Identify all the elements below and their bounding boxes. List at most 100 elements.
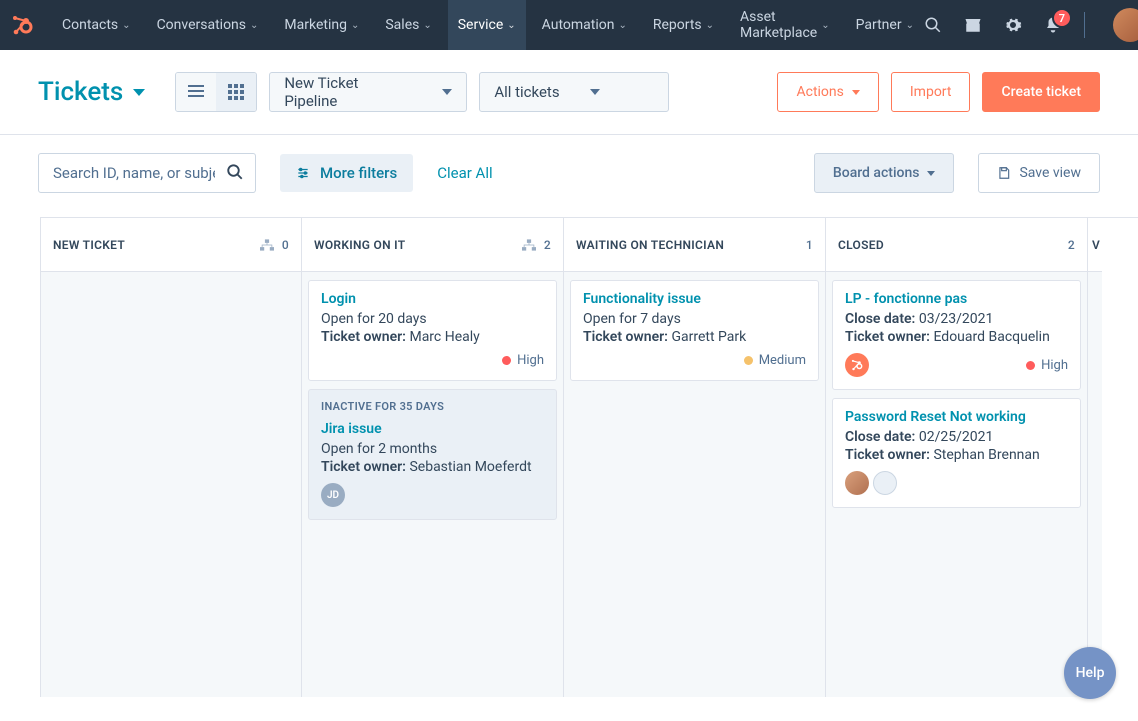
save-icon bbox=[997, 166, 1011, 180]
import-button[interactable]: Import bbox=[891, 72, 971, 112]
priority-indicator: High bbox=[502, 353, 544, 368]
avatar-chip[interactable]: JD bbox=[321, 483, 345, 507]
ticket-title[interactable]: Functionality issue bbox=[583, 291, 806, 307]
view-filter-select[interactable]: All tickets bbox=[479, 72, 669, 112]
nav-sales[interactable]: Sales⌄ bbox=[375, 0, 441, 50]
column-body[interactable]: LP - fonctionne pas Close date: 03/23/20… bbox=[826, 272, 1087, 697]
column-body[interactable]: Functionality issue Open for 7 days Tick… bbox=[564, 272, 825, 697]
search-icon[interactable] bbox=[226, 163, 244, 181]
column-header[interactable]: WAITING ON TECHNICIAN 1 bbox=[564, 218, 825, 272]
actions-button[interactable]: Actions bbox=[777, 72, 878, 112]
ticket-card[interactable]: LP - fonctionne pas Close date: 03/23/20… bbox=[832, 280, 1081, 390]
column-header[interactable]: NEW TICKET 0 bbox=[41, 218, 301, 272]
help-button[interactable]: Help bbox=[1064, 647, 1116, 699]
page-title: Tickets bbox=[38, 77, 123, 107]
column-header[interactable]: CLOSED 2 bbox=[826, 218, 1087, 272]
button-label: Board actions bbox=[833, 165, 920, 181]
nav-label: Conversations bbox=[157, 17, 246, 33]
caret-down-icon bbox=[590, 89, 600, 95]
settings-gear-icon[interactable] bbox=[1004, 16, 1022, 34]
priority-label: High bbox=[1041, 358, 1068, 373]
owner-label: Ticket owner: bbox=[583, 329, 668, 345]
nav-asset-marketplace[interactable]: Asset Marketplace ⌄ bbox=[730, 0, 840, 50]
create-ticket-button[interactable]: Create ticket bbox=[982, 72, 1100, 112]
object-type-selector[interactable]: Tickets bbox=[38, 77, 145, 107]
clear-all-link[interactable]: Clear All bbox=[437, 164, 492, 182]
view-toggle bbox=[175, 72, 257, 112]
close-date-label: Close date: bbox=[845, 429, 915, 445]
chevron-down-icon: ⌄ bbox=[821, 20, 829, 31]
notifications-bell[interactable]: 7 bbox=[1044, 16, 1062, 34]
ticket-open-duration: Open for 20 days bbox=[321, 311, 544, 327]
priority-indicator: High bbox=[1026, 358, 1068, 373]
button-label: Import bbox=[910, 84, 952, 100]
save-view-button[interactable]: Save view bbox=[978, 153, 1100, 193]
priority-dot-icon bbox=[744, 356, 753, 365]
nav-label: Contacts bbox=[62, 17, 118, 33]
nav-label: Partner bbox=[856, 17, 902, 33]
ticket-card[interactable]: Functionality issue Open for 7 days Tick… bbox=[570, 280, 819, 381]
column-title: CLOSED bbox=[838, 238, 884, 252]
column-header: V bbox=[1088, 218, 1102, 272]
nav-label: Automation bbox=[542, 17, 615, 33]
ticket-open-duration: Open for 7 days bbox=[583, 311, 806, 327]
column-title: WORKING ON IT bbox=[314, 238, 405, 252]
column-count: 0 bbox=[282, 238, 289, 252]
ticket-owner: Edouard Bacquelin bbox=[933, 329, 1049, 345]
board-column-closed: CLOSED 2 LP - fonctionne pas Close date:… bbox=[826, 218, 1088, 697]
more-filters-button[interactable]: More filters bbox=[280, 154, 413, 192]
nav-label: Reports bbox=[653, 17, 702, 33]
column-body[interactable]: Login Open for 20 days Ticket owner: Mar… bbox=[302, 272, 563, 697]
marketplace-icon[interactable] bbox=[964, 16, 982, 34]
nav-reports[interactable]: Reports⌄ bbox=[643, 0, 724, 50]
ticket-title[interactable]: LP - fonctionne pas bbox=[845, 291, 1068, 307]
separator bbox=[1084, 12, 1085, 38]
ticket-owner: Stephan Brennan bbox=[933, 447, 1039, 463]
nav-label: Asset Marketplace bbox=[740, 9, 817, 41]
ticket-title[interactable]: Jira issue bbox=[321, 421, 544, 437]
column-body[interactable] bbox=[41, 272, 301, 697]
nav-automation[interactable]: Automation⌄ bbox=[532, 0, 637, 50]
board-column-overflow: V bbox=[1088, 218, 1102, 697]
column-header[interactable]: WORKING ON IT 2 bbox=[302, 218, 563, 272]
filter-bar: More filters Clear All Board actions Sav… bbox=[0, 135, 1138, 217]
chevron-down-icon: ⌄ bbox=[507, 20, 515, 31]
ticket-owner: Marc Healy bbox=[409, 329, 479, 345]
user-avatar[interactable] bbox=[1113, 8, 1138, 42]
board-view-button[interactable] bbox=[216, 73, 256, 111]
nav-service[interactable]: Service⌄ bbox=[448, 0, 526, 50]
select-value: New Ticket Pipeline bbox=[284, 74, 412, 110]
pipeline-select[interactable]: New Ticket Pipeline bbox=[269, 72, 467, 112]
avatar-chip[interactable] bbox=[873, 471, 897, 495]
ticket-title[interactable]: Login bbox=[321, 291, 544, 307]
chevron-down-icon: ⌄ bbox=[618, 20, 626, 31]
board-actions-button[interactable]: Board actions bbox=[814, 153, 955, 193]
nav-marketing[interactable]: Marketing⌄ bbox=[274, 0, 369, 50]
search-input[interactable] bbox=[38, 153, 256, 193]
ticket-owner: Garrett Park bbox=[671, 329, 746, 345]
hubspot-chip-icon[interactable] bbox=[845, 353, 869, 377]
nav-partner[interactable]: Partner⌄ bbox=[846, 0, 924, 50]
caret-down-icon bbox=[927, 171, 935, 176]
priority-dot-icon bbox=[1026, 361, 1035, 370]
ticket-card[interactable]: INACTIVE FOR 35 DAYS Jira issue Open for… bbox=[308, 389, 557, 520]
search-icon[interactable] bbox=[924, 16, 942, 34]
hubspot-logo[interactable] bbox=[10, 11, 34, 39]
priority-dot-icon bbox=[502, 356, 511, 365]
close-date-label: Close date: bbox=[845, 311, 915, 327]
button-label: More filters bbox=[320, 164, 397, 182]
nav-conversations[interactable]: Conversations⌄ bbox=[147, 0, 269, 50]
priority-indicator: Medium bbox=[744, 353, 806, 368]
caret-down-icon bbox=[442, 89, 452, 95]
board: NEW TICKET 0 WORKING ON IT 2 Login bbox=[0, 217, 1138, 697]
avatar-chip[interactable] bbox=[845, 471, 869, 495]
nav-right: 7 ⌄ bbox=[924, 8, 1138, 42]
nav-contacts[interactable]: Contacts⌄ bbox=[52, 0, 141, 50]
ticket-card[interactable]: Password Reset Not working Close date: 0… bbox=[832, 398, 1081, 508]
ticket-title[interactable]: Password Reset Not working bbox=[845, 409, 1068, 425]
column-count: 2 bbox=[1068, 238, 1075, 252]
button-label: Create ticket bbox=[1001, 84, 1081, 100]
avatar-chip-row bbox=[845, 471, 897, 495]
ticket-card[interactable]: Login Open for 20 days Ticket owner: Mar… bbox=[308, 280, 557, 381]
list-view-button[interactable] bbox=[176, 73, 216, 111]
